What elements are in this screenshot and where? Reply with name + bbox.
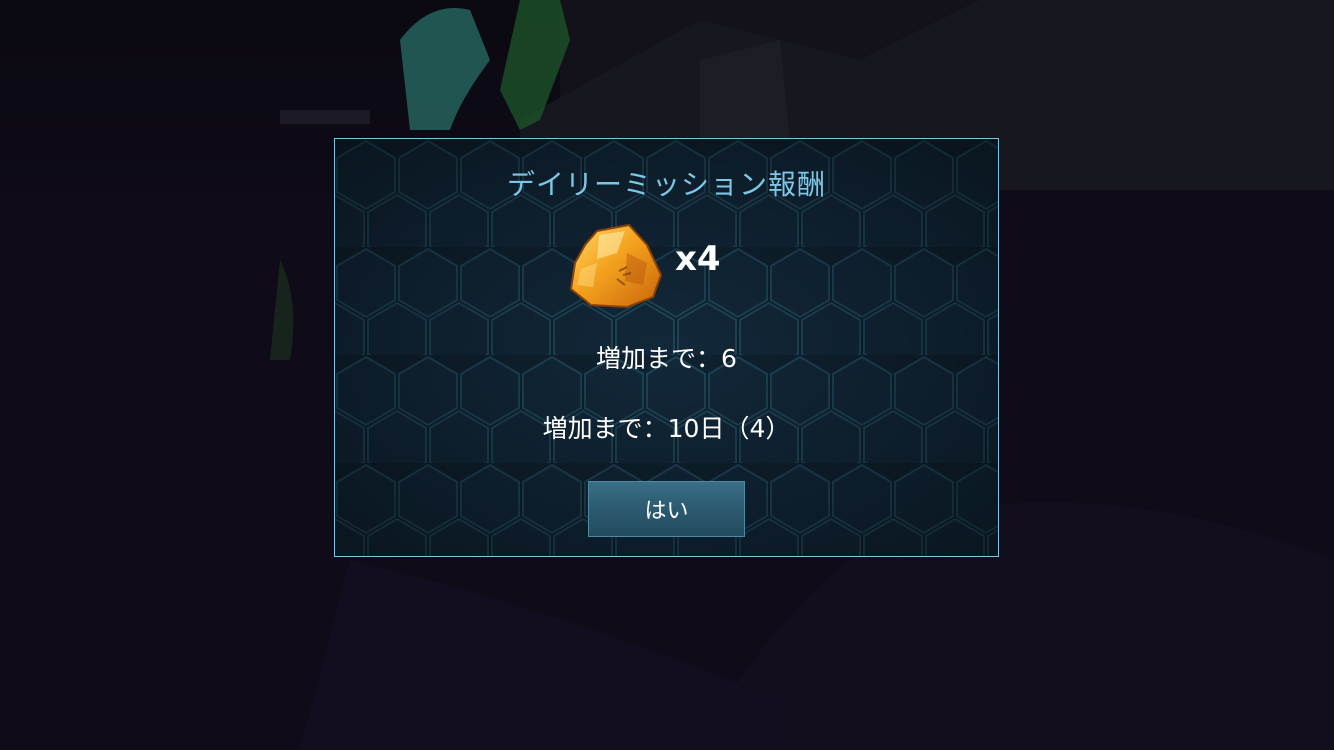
reward-quantity: x4 bbox=[675, 239, 721, 279]
increase-info-line: 増加まで：6 bbox=[596, 344, 737, 373]
yes-button[interactable]: はい bbox=[588, 481, 745, 537]
reward-row: x4 bbox=[335, 223, 998, 313]
daily-mission-reward-dialog: デイリーミッション報酬 x4 増加まで：6 増加まで：10日（4） はい bbox=[334, 138, 999, 557]
dialog-title: デイリーミッション報酬 bbox=[506, 168, 826, 201]
increase-days-info-line: 増加まで：10日（4） bbox=[542, 414, 791, 443]
amber-icon bbox=[569, 223, 663, 309]
